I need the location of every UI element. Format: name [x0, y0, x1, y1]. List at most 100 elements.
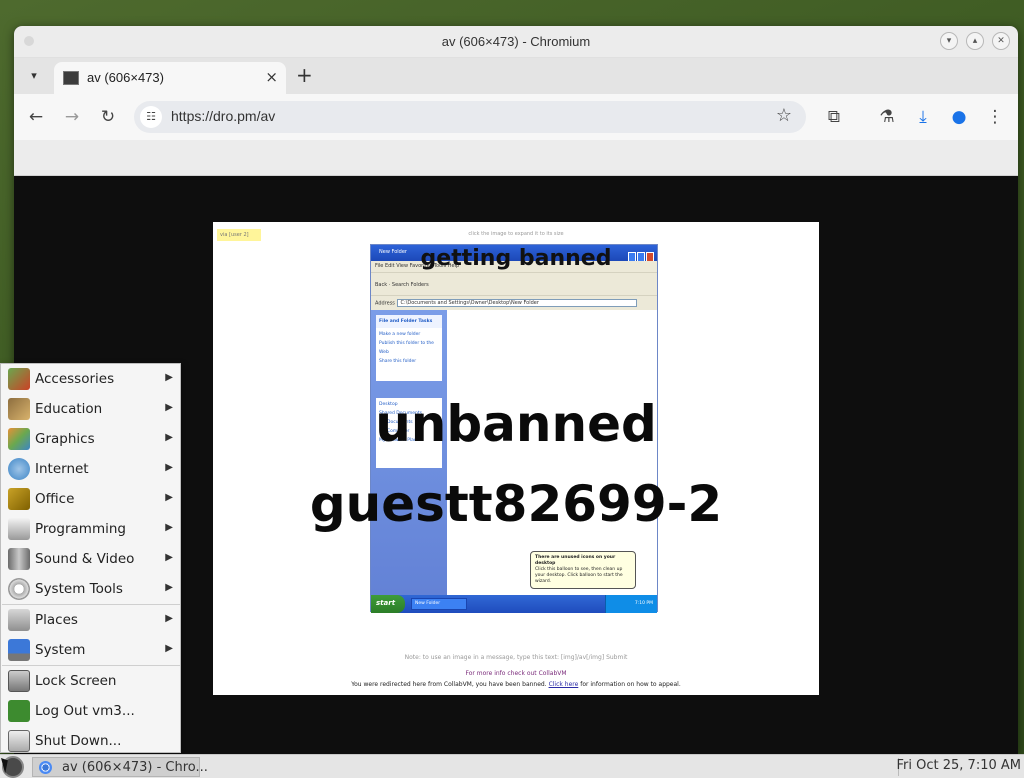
- bookmark-star-icon[interactable]: ☆: [776, 105, 792, 126]
- log-out-icon: [8, 700, 30, 722]
- title-bar[interactable]: av (606×473) - Chromium ▾ ▴ ✕: [14, 26, 1018, 58]
- submenu-arrow-icon: ▶: [165, 613, 173, 624]
- bottom-panel: av (606×473) - Chro... Fri Oct 25, 7:10 …: [0, 754, 1024, 778]
- submenu-arrow-icon: ▶: [165, 522, 173, 533]
- menu-item-shut-down[interactable]: Shut Down...: [2, 726, 180, 756]
- menu-item-internet[interactable]: Internet ▶: [2, 454, 180, 484]
- menu-item-label: Sound & Video: [35, 551, 135, 567]
- internet-icon: [8, 458, 30, 480]
- shut-down-icon: [8, 730, 30, 752]
- clock[interactable]: Fri Oct 25, 7:10 AM: [897, 758, 1021, 773]
- submenu-arrow-icon: ▶: [165, 643, 173, 654]
- submenu-arrow-icon: ▶: [165, 582, 173, 593]
- site-info-icon[interactable]: ☷: [140, 106, 162, 128]
- xp-balloon-text: Click this balloon to see, then clean up…: [535, 567, 623, 584]
- ban-text-end: for information on how to appeal.: [580, 681, 681, 688]
- menu-item-programming[interactable]: Programming ▶: [2, 514, 180, 544]
- submenu-arrow-icon: ▶: [165, 552, 173, 563]
- taskbar-window-label: av (606×473) - Chro...: [62, 760, 208, 775]
- labs-flask-icon[interactable]: ⚗: [876, 106, 898, 128]
- system-icon: [8, 639, 30, 661]
- image-top-note: click the image to expand it to its size: [468, 231, 564, 237]
- graphics-icon: [8, 428, 30, 450]
- maximize-button[interactable]: ▴: [966, 32, 984, 50]
- menu-item-label: Log Out vm3...: [35, 703, 135, 719]
- tab-strip: ▾ av (606×473) × +: [14, 58, 1018, 94]
- application-menu: Accessories ▶ Education ▶ Graphics ▶ Int…: [0, 363, 181, 753]
- xp-taskbar: start New Folder 7:10 PM: [371, 595, 657, 613]
- lock-screen-icon: [8, 670, 30, 692]
- menu-item-log-out[interactable]: Log Out vm3...: [2, 696, 180, 726]
- image-ban-line: You were redirected here from CollabVM, …: [213, 681, 819, 688]
- menu-item-label: Graphics: [35, 431, 95, 447]
- submenu-arrow-icon: ▶: [165, 432, 173, 443]
- xp-panel-item: Share this folder: [379, 359, 417, 364]
- menu-item-graphics[interactable]: Graphics ▶: [2, 424, 180, 454]
- xp-panel-item: Make a new folder: [379, 332, 421, 337]
- address-bar[interactable]: ☷ https://dro.pm/av ☆: [134, 101, 806, 133]
- menu-item-lock-screen[interactable]: Lock Screen: [2, 666, 180, 696]
- menu-item-label: Lock Screen: [35, 673, 117, 689]
- menu-item-system-tools[interactable]: System Tools ▶: [2, 574, 180, 604]
- download-icon[interactable]: ⤓: [912, 106, 934, 128]
- submenu-arrow-icon: ▶: [165, 492, 173, 503]
- image-info-line: For more info check out CollabVM: [465, 670, 567, 677]
- ban-text: You were redirected here from CollabVM, …: [351, 681, 547, 688]
- menu-item-label: Shut Down...: [35, 733, 122, 749]
- appeal-link: Click here: [548, 681, 579, 688]
- sound-video-icon: [8, 548, 30, 570]
- extensions-icon[interactable]: ⧉: [823, 106, 845, 128]
- minimize-button[interactable]: ▾: [940, 32, 958, 50]
- xp-start-button: start: [371, 595, 405, 613]
- url-text[interactable]: https://dro.pm/av: [171, 108, 275, 124]
- menu-item-system[interactable]: System ▶: [2, 635, 180, 665]
- profile-icon[interactable]: ●: [948, 106, 970, 128]
- window-title: av (606×473) - Chromium: [441, 34, 591, 49]
- submenu-arrow-icon: ▶: [165, 372, 173, 383]
- xp-balloon-tip: There are unused icons on your desktop C…: [530, 551, 636, 589]
- menu-item-label: System: [35, 642, 86, 658]
- forward-icon[interactable]: →: [61, 106, 83, 128]
- tab-active[interactable]: av (606×473) ×: [54, 62, 286, 94]
- menu-item-office[interactable]: Office ▶: [2, 484, 180, 514]
- menu-item-label: Education: [35, 401, 103, 417]
- tab-search-icon[interactable]: ▾: [24, 66, 44, 86]
- displayed-image[interactable]: via [user 2] click the image to expand i…: [213, 222, 819, 695]
- caption-line-2: guestt82699-2: [309, 475, 723, 533]
- reload-icon[interactable]: ↻: [97, 106, 119, 128]
- xp-address-label: Address: [375, 300, 395, 307]
- menu-item-label: Accessories: [35, 371, 115, 387]
- taskbar-window-button[interactable]: av (606×473) - Chro...: [32, 757, 208, 777]
- close-button[interactable]: ✕: [992, 32, 1010, 50]
- info-bar: [14, 140, 1018, 176]
- submenu-arrow-icon: ▶: [165, 462, 173, 473]
- caption-top: getting banned: [420, 246, 612, 271]
- tab-close-icon[interactable]: ×: [265, 68, 278, 86]
- xp-panel-title: File and Folder Tasks: [376, 315, 442, 328]
- menu-kebab-icon[interactable]: ⋮: [984, 106, 1006, 128]
- menu-item-label: Internet: [35, 461, 89, 477]
- menu-item-accessories[interactable]: Accessories ▶: [2, 364, 180, 394]
- chromium-icon: [39, 761, 52, 774]
- xp-panel-file-tasks: File and Folder Tasks Make a new folder …: [376, 315, 442, 381]
- places-icon: [8, 609, 30, 631]
- accessories-icon: [8, 368, 30, 390]
- menu-item-label: Office: [35, 491, 75, 507]
- caption-line-1: unbanned: [375, 395, 657, 453]
- browser-toolbar: ← → ↻ ☷ https://dro.pm/av ☆ ⧉ ⚗ ⤓ ● ⋮: [14, 94, 1018, 140]
- submenu-arrow-icon: ▶: [165, 402, 173, 413]
- menu-item-education[interactable]: Education ▶: [2, 394, 180, 424]
- xp-panel-item: Publish this folder to the Web: [379, 341, 434, 355]
- xp-address-value: C:\Documents and Settings\Owner\Desktop\…: [396, 299, 637, 307]
- back-icon[interactable]: ←: [25, 106, 47, 128]
- xp-toolbar: Back · Search Folders: [371, 272, 657, 296]
- image-footnote: Note: to use an image in a message, type…: [404, 654, 628, 661]
- menu-item-sound-video[interactable]: Sound & Video ▶: [2, 544, 180, 574]
- menu-item-label: Places: [35, 612, 78, 628]
- office-icon: [8, 488, 30, 510]
- caption-main: unbanned guestt82699-2: [213, 384, 819, 544]
- xp-task-button: New Folder: [411, 598, 467, 610]
- new-tab-icon[interactable]: +: [296, 63, 313, 87]
- menu-item-places[interactable]: Places ▶: [2, 605, 180, 635]
- menu-item-label: System Tools: [35, 581, 123, 597]
